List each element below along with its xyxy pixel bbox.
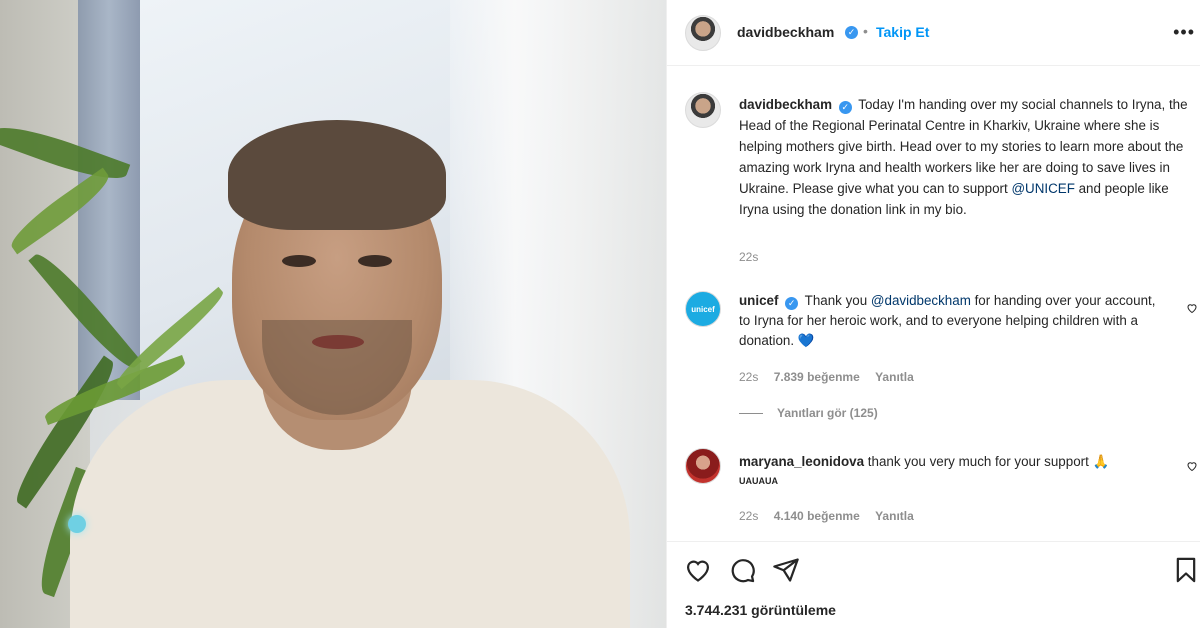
comment-unicef: unicef ✓ Thank you @davidbeckham for han… [739,291,1169,351]
comment-reply-button[interactable]: Yanıtla [875,509,914,523]
caption-username[interactable]: davidbeckham [739,97,832,112]
comment-time[interactable]: 22s [739,370,758,384]
view-replies-button[interactable]: Yanıtları gör (125) [739,406,878,420]
post-side-panel: davidbeckham ✓ • Takip Et ••• davidbeckh… [666,0,1200,628]
comment-icon[interactable] [728,556,756,584]
comment-avatar-maryana[interactable] [685,448,721,484]
comment-username[interactable]: maryana_leonidova [739,454,864,469]
author-username[interactable]: davidbeckham [737,24,834,40]
comment-time[interactable]: 22s [739,509,758,523]
post-actions-bar: 3.744.231 görüntüleme [667,541,1200,628]
heart-icon[interactable] [684,556,712,584]
view-count[interactable]: 3.744.231 görüntüleme [685,602,836,618]
comment-like-heart-icon[interactable] [1186,460,1198,472]
unicef-logo-text: unicef [691,304,715,314]
separator-dot: • [863,23,868,39]
comment-username[interactable]: unicef [739,293,778,308]
post-header: davidbeckham ✓ • Takip Et ••• [667,0,1200,66]
view-replies-label: Yanıtları gör (125) [777,406,878,420]
verified-badge-icon: ✓ [785,297,799,310]
bookmark-icon[interactable] [1172,556,1200,584]
comment-text: thank you very much for your support 🙏 [867,454,1110,469]
comment-meta: 22s 7.839 beğenme Yanıtla [739,370,914,384]
comment-maryana: maryana_leonidova thank you very much fo… [739,452,1169,472]
caption-timestamp[interactable]: 22s [739,250,758,264]
person-eye [358,255,392,267]
verified-badge-icon: ✓ [838,101,852,114]
comment-meta: 22s 4.140 beğenme Yanıtla [739,509,914,523]
caption-mention-link[interactable]: @UNICEF [1011,181,1074,196]
comment-likes[interactable]: 7.839 beğenme [774,370,860,384]
camera-light-dot [68,515,86,533]
comment-like-heart-icon[interactable] [1186,302,1198,314]
replies-divider [739,413,763,415]
more-options-icon[interactable]: ••• [1173,22,1195,43]
comment-likes[interactable]: 4.140 beğenme [774,509,860,523]
follow-button[interactable]: Takip Et [876,24,929,40]
person-hair [228,120,446,230]
post-caption: davidbeckham ✓ Today I'm handing over my… [739,94,1193,220]
verified-badge-icon: ✓ [845,26,858,39]
comment-avatar-unicef[interactable]: unicef [685,291,721,327]
caption-author-avatar[interactable] [685,92,721,128]
share-icon[interactable] [772,556,800,584]
person-eye [282,255,316,267]
comment-mention-link[interactable]: @davidbeckham [871,293,971,308]
comment-text: Thank you [804,293,871,308]
author-avatar[interactable] [685,15,721,51]
comment-tag: UAUAUA [739,476,778,486]
person-mouth [312,335,364,349]
post-video[interactable] [0,0,666,628]
comment-reply-button[interactable]: Yanıtla [875,370,914,384]
